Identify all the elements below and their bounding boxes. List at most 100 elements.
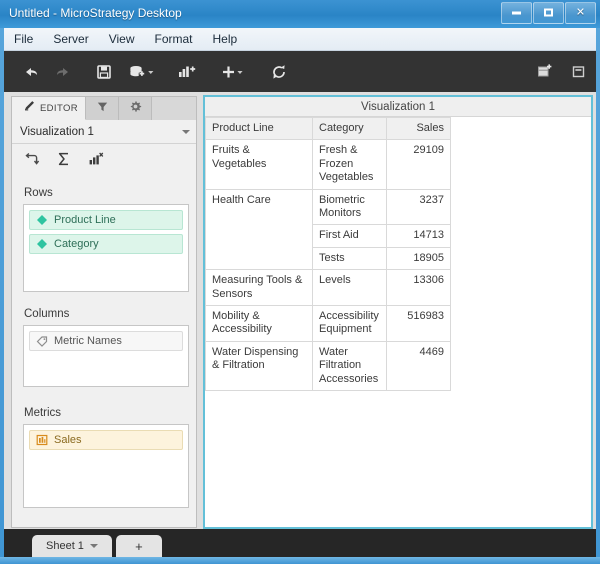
remove-chart-button[interactable] (85, 150, 107, 172)
editor-panel: EDITOR Visualization 1 Rows Product Line… (11, 96, 197, 528)
undo-button[interactable] (16, 57, 46, 87)
visualization-selector-label: Visualization 1 (20, 125, 94, 138)
cell-sales: 516983 (386, 305, 451, 342)
table-row[interactable]: Water Dispensing & Filtration Water Filt… (205, 340, 451, 392)
menu-item-view[interactable]: View (99, 29, 145, 49)
cell-category: Water Filtration Accessories (312, 340, 387, 392)
cell-category: First Aid (312, 224, 387, 248)
remove-chart-icon (88, 151, 104, 172)
chip-label: Product Line (54, 214, 116, 226)
maximize-button[interactable] (533, 2, 564, 24)
add-visualization-button[interactable] (172, 57, 202, 87)
chip-sales[interactable]: Sales (29, 430, 183, 450)
column-header-sales[interactable]: Sales (386, 116, 451, 141)
redo-icon (54, 63, 72, 81)
grid-container: Product Line Category Sales Fruits & Veg… (205, 116, 591, 392)
menu-item-server[interactable]: Server (43, 29, 98, 49)
cell-sales: 18905 (386, 246, 451, 271)
table-row[interactable]: Fruits & Vegetables Fresh & Frozen Veget… (205, 139, 451, 190)
chevron-down-icon[interactable] (89, 544, 98, 548)
cell-sales: 3237 (386, 188, 451, 226)
minimize-button[interactable] (501, 2, 532, 24)
window-controls: ✕ (500, 2, 596, 24)
new-panel-button[interactable] (530, 57, 560, 87)
filter-icon (96, 100, 109, 118)
tab-properties[interactable] (119, 97, 152, 120)
close-icon: ✕ (575, 6, 586, 19)
totals-sigma-icon (56, 151, 72, 172)
tab-filters[interactable] (86, 97, 119, 120)
close-button[interactable]: ✕ (565, 2, 596, 24)
sheet-tab-sheet-1[interactable]: Sheet 1 (32, 535, 112, 557)
menu-item-file[interactable]: File (4, 29, 43, 49)
sheet-tab-bar: Sheet 1 + (4, 529, 596, 557)
tab-editor-label: EDITOR (39, 102, 79, 114)
window-bottom-border (0, 557, 600, 564)
attribute-diamond-icon (36, 214, 48, 226)
add-data-button[interactable] (121, 57, 161, 87)
insert-button[interactable] (213, 57, 253, 87)
section-metrics: Metrics Sales (12, 407, 196, 508)
section-columns-title: Columns (24, 308, 70, 320)
title-bar: Untitled - MicroStrategy Desktop ✕ (0, 0, 600, 28)
tab-editor[interactable]: EDITOR (12, 97, 86, 120)
chip-category[interactable]: Category (29, 234, 183, 254)
chip-metric-names[interactable]: Metric Names (29, 331, 183, 351)
add-sheet-button[interactable]: + (115, 535, 162, 557)
metric-bars-icon (36, 434, 48, 446)
cell-sales: 13306 (386, 269, 451, 307)
chip-label: Sales (54, 434, 82, 446)
menu-item-format[interactable]: Format (144, 29, 202, 49)
new-panel-icon (536, 63, 554, 81)
window-right-border (596, 28, 600, 557)
cell-product-line: Health Care (205, 188, 313, 271)
cell-product-line: Water Dispensing & Filtration (205, 340, 313, 392)
editor-panel-tabs: EDITOR (12, 97, 196, 120)
toolbar-left-group (4, 57, 294, 87)
refresh-button[interactable] (264, 57, 294, 87)
plus-icon: + (135, 538, 143, 554)
chevron-down-icon (182, 129, 190, 134)
column-header-category[interactable]: Category (312, 116, 387, 141)
application-window: Untitled - MicroStrategy Desktop ✕ File … (0, 0, 600, 564)
cell-sales: 29109 (386, 139, 451, 190)
cell-category: Levels (312, 269, 387, 307)
columns-dropzone[interactable]: Metric Names (23, 325, 189, 387)
totals-button[interactable] (53, 150, 75, 172)
table-row[interactable]: Health Care Biometric Monitors 3237 (205, 188, 451, 271)
cell-sales: 4469 (386, 340, 451, 392)
visualization-panel[interactable]: Visualization 1 Product Line Category Sa… (203, 95, 593, 529)
cell-product-line: Measuring Tools & Sensors (205, 269, 313, 307)
chip-label: Metric Names (54, 335, 122, 347)
save-button[interactable] (89, 57, 119, 87)
gear-icon (129, 100, 142, 118)
cell-product-line: Mobility & Accessibility (205, 305, 313, 342)
chip-product-line[interactable]: Product Line (29, 210, 183, 230)
attribute-diamond-icon (36, 238, 48, 250)
swap-rows-columns-button[interactable] (21, 150, 43, 172)
grid-header-row: Product Line Category Sales (205, 116, 451, 141)
menu-item-help[interactable]: Help (203, 29, 248, 49)
section-metrics-title: Metrics (24, 407, 62, 419)
visualization-title: Visualization 1 (205, 97, 591, 117)
metrics-dropzone[interactable]: Sales (23, 424, 189, 508)
presentation-button[interactable] (564, 57, 594, 87)
main-toolbar (4, 51, 596, 92)
table-row[interactable]: Measuring Tools & Sensors Levels 13306 (205, 269, 451, 307)
add-visualization-icon (177, 63, 197, 81)
cell-category: Biometric Monitors (312, 188, 387, 226)
column-header-product-line[interactable]: Product Line (205, 116, 313, 141)
cell-category: Accessibility Equipment (312, 305, 387, 342)
refresh-icon (270, 63, 288, 81)
save-icon (96, 64, 112, 80)
rows-dropzone[interactable]: Product Line Category (23, 204, 189, 292)
menu-bar: File Server View Format Help (4, 28, 596, 51)
redo-button[interactable] (48, 57, 78, 87)
presentation-icon (572, 63, 586, 81)
sheet-tab-label: Sheet 1 (46, 540, 84, 552)
window-title: Untitled - MicroStrategy Desktop (9, 6, 182, 20)
insert-icon (220, 63, 246, 81)
visualization-selector[interactable]: Visualization 1 (12, 120, 196, 144)
table-row[interactable]: Mobility & Accessibility Accessibility E… (205, 305, 451, 342)
undo-icon (22, 63, 40, 81)
